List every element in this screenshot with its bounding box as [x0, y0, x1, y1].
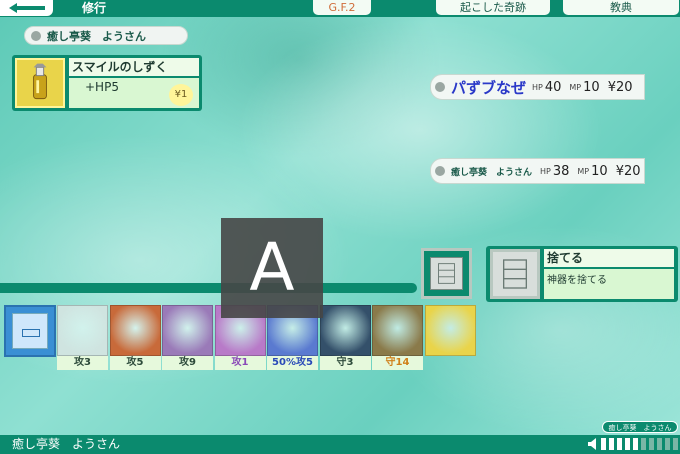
discard-desc: 神器を捨てる: [544, 269, 674, 299]
hand-card[interactable]: 守14: [372, 305, 423, 370]
empty-slot[interactable]: [421, 248, 472, 299]
miracles-button[interactable]: 起こした奇跡: [436, 0, 550, 15]
gauntlet-icon: [319, 305, 371, 356]
enemy-money: ¥20: [607, 79, 633, 95]
volume-control[interactable]: [588, 438, 680, 450]
sword-icon: [109, 305, 161, 356]
mp-label: MP: [577, 166, 590, 176]
hand-card[interactable]: 守3: [319, 305, 371, 370]
volume-step[interactable]: [601, 438, 606, 450]
page-title: 修行: [82, 1, 107, 15]
card-label: 攻1: [214, 356, 266, 370]
hand-card[interactable]: 攻9: [162, 305, 213, 370]
self-name: 癒し亭葵 ようさん: [451, 167, 533, 178]
hand-card[interactable]: 攻3: [57, 305, 108, 370]
card-label: 攻9: [162, 356, 213, 370]
enemy-name: パずブなぜ: [451, 78, 527, 97]
volume-step[interactable]: [625, 438, 630, 450]
mp-label: MP: [569, 82, 582, 92]
item-price: ¥1: [169, 84, 193, 106]
volume-step[interactable]: [633, 438, 638, 450]
status-dot-icon: [435, 82, 445, 92]
potion-icon: [424, 305, 476, 356]
volume-step[interactable]: [641, 438, 646, 450]
hand-card[interactable]: 攻5: [109, 305, 161, 370]
speaker-icon: [588, 438, 596, 450]
overlay-letter: A: [221, 218, 323, 318]
card-slot-icon: [430, 257, 463, 290]
volume-step[interactable]: [673, 438, 678, 450]
self-money: ¥20: [615, 163, 641, 179]
status-dot-icon: [31, 30, 41, 41]
hp-label: HP: [532, 82, 543, 92]
volume-step[interactable]: [649, 438, 654, 450]
hp-label: HP: [540, 166, 551, 176]
volume-step[interactable]: [665, 438, 670, 450]
enemy-status: パずブなぜ HP 40 MP 10 ¥20: [430, 74, 645, 100]
back-button[interactable]: [0, 0, 53, 16]
hand-selector[interactable]: [4, 305, 56, 357]
card-label: 守14: [372, 356, 423, 370]
scripture-button[interactable]: 教典: [563, 0, 679, 15]
card-label: 守3: [319, 356, 371, 370]
enemy-mp: 10: [583, 79, 600, 95]
hand-bar: [0, 283, 417, 293]
footer-name: 癒し亭葵 ようさん: [12, 437, 121, 451]
card-slot-icon: [490, 249, 540, 299]
spear-icon: [162, 305, 213, 356]
mini-nameplate: 癒し亭葵 ようさん: [602, 421, 678, 433]
self-mp: 10: [591, 163, 608, 179]
card-label: 50%攻5: [267, 356, 318, 370]
discard-panel[interactable]: 捨てる 神器を捨てる: [486, 246, 678, 302]
flame-shield-icon: [372, 305, 423, 356]
gf-button[interactable]: G.F.2: [313, 0, 371, 15]
potion-icon: [15, 58, 65, 108]
volume-step[interactable]: [617, 438, 622, 450]
item-name: スマイルのしずく: [69, 58, 199, 76]
volume-step[interactable]: [609, 438, 614, 450]
card-label: 攻3: [57, 356, 108, 370]
player-nameplate: 癒し亭葵 ようさん: [24, 26, 188, 45]
hand-card[interactable]: [424, 305, 476, 370]
card-label: 攻5: [109, 356, 161, 370]
volume-step[interactable]: [657, 438, 662, 450]
status-dot-icon: [435, 166, 445, 176]
footer-bar: 癒し亭葵 ようさん: [0, 435, 680, 454]
player-name: 癒し亭葵 ようさん: [47, 29, 146, 43]
claw-icon: [57, 305, 108, 356]
back-arrow-icon: [8, 3, 45, 13]
enemy-hp: 40: [544, 79, 562, 95]
discard-title: 捨てる: [544, 249, 674, 267]
self-status: 癒し亭葵 ようさん HP 38 MP 10 ¥20: [430, 158, 645, 184]
self-hp: 38: [552, 163, 570, 179]
item-panel[interactable]: スマイルのしずく +HP5 ¥1: [12, 55, 202, 111]
